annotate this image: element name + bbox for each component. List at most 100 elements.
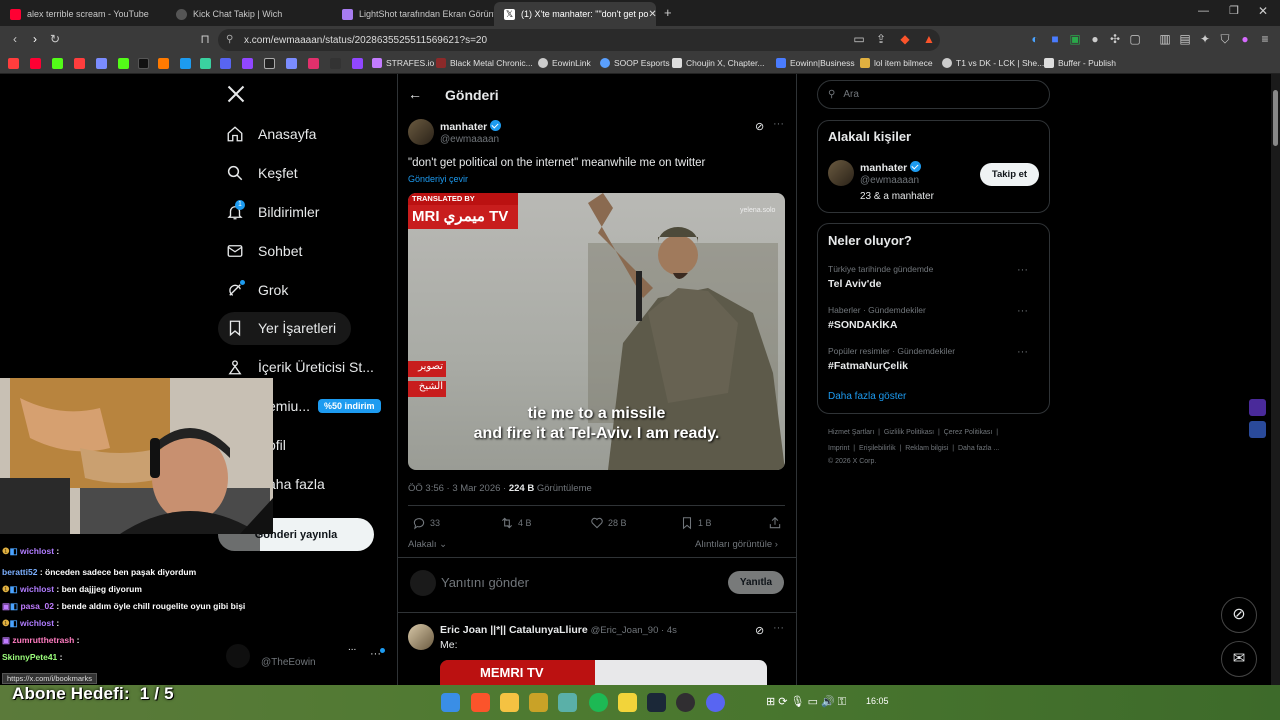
bookmark-black-metal[interactable]: Black Metal Chronic... [436, 58, 533, 68]
extension-side-icon[interactable] [1249, 399, 1266, 416]
translate-side-icon[interactable] [1249, 421, 1266, 438]
tab-kick-chat[interactable]: Kick Chat Takip | Wich [166, 2, 332, 26]
scrollbar[interactable] [1271, 74, 1280, 685]
author-avatar[interactable] [408, 119, 434, 145]
account-more-icon[interactable]: ... [348, 642, 356, 653]
bookmark-icon[interactable] [158, 58, 169, 69]
trend-item[interactable]: Türkiye tarihinde gündemde Tel Aviv'de ·… [828, 264, 1040, 290]
instagram-icon[interactable] [308, 58, 319, 69]
obs-icon[interactable] [676, 693, 695, 712]
profile-icon[interactable]: ● [1238, 32, 1252, 46]
nav-premium[interactable]: emiu... %50 indirim [268, 390, 381, 422]
extension-icon[interactable]: ▣ [1068, 32, 1082, 46]
footer-link[interactable]: Daha fazla ... [958, 445, 999, 452]
x-logo[interactable] [226, 84, 246, 109]
youtube-icon[interactable] [30, 58, 41, 69]
tweet-video[interactable]: TRANSLATED BY MRI ميمري TV yelena.solo ت… [408, 193, 785, 470]
close-window-icon[interactable]: ✕ [1258, 4, 1268, 18]
bookmark-soop[interactable]: SOOP Esports [600, 58, 670, 68]
bookmark-action[interactable]: 1 B [680, 516, 712, 530]
nav-bookmarks[interactable]: Yer İşaretleri [226, 312, 336, 344]
bookmark-icon[interactable] [8, 58, 19, 69]
menu-icon[interactable]: ≡ [1258, 32, 1272, 46]
puzzle-icon[interactable]: ✣ [1108, 32, 1122, 46]
footer-link[interactable]: Imprint [828, 445, 849, 452]
footer-link[interactable]: Çerez Politikası [944, 429, 993, 436]
windows-start-icon[interactable] [441, 693, 460, 712]
scrollbar-thumb[interactable] [1273, 90, 1278, 146]
maximize-icon[interactable]: ❐ [1229, 4, 1239, 17]
share-action[interactable] [768, 516, 786, 530]
search-box[interactable]: ⚲ Ara [817, 80, 1050, 109]
twitch-icon[interactable] [242, 58, 253, 69]
site-info-icon[interactable]: ⚲ [226, 34, 233, 45]
nav-notifications[interactable]: 1 Bildirimler [226, 196, 319, 228]
bookmark-icon[interactable] [118, 58, 129, 69]
bookmark-icon[interactable] [180, 58, 191, 69]
tweet-time[interactable]: ÖÖ 3:56 · 3 Mar 2026 · [408, 483, 506, 494]
address-bar[interactable]: ⚲ x.com/ewmaaaan/status/2028635525511569… [218, 29, 940, 51]
nav-chat[interactable]: Sohbet [226, 235, 302, 267]
brave-icon[interactable] [471, 693, 490, 712]
more-options-icon[interactable]: ··· [1017, 305, 1028, 317]
author-handle[interactable]: @ewmaaaan [440, 134, 499, 145]
vpn-icon[interactable]: ⛉ [1218, 32, 1232, 46]
back-icon[interactable]: ‹ [8, 32, 22, 46]
discord-icon[interactable] [220, 58, 231, 69]
grok-explain-icon[interactable]: ⊘ [755, 624, 764, 637]
translate-link[interactable]: Gönderiyi çevir [408, 174, 468, 184]
related-name[interactable]: manhater [860, 161, 922, 174]
more-options-icon[interactable]: ··· [773, 622, 784, 634]
more-options-icon[interactable]: ··· [773, 118, 784, 130]
back-arrow-icon[interactable]: ← [408, 86, 422, 102]
nav-explore[interactable]: Keşfet [226, 157, 298, 189]
footer-link[interactable]: Erişilebilirlik [859, 445, 896, 452]
account-handle[interactable]: @TheEowin [261, 657, 316, 668]
nav-more[interactable]: aha fazla [268, 468, 325, 500]
folder-icon[interactable] [500, 693, 519, 712]
tab-youtube[interactable]: alex terrible scream - YouTube [0, 2, 166, 26]
reply-action[interactable]: 33 [412, 516, 440, 530]
close-tab-icon[interactable]: ✕ [648, 9, 656, 20]
bookmark-icon[interactable] [200, 58, 211, 69]
tray-icons[interactable]: ⊞ ⟳ 🎙 ▭ 🔊 ⚿ [766, 695, 846, 709]
sort-relevance[interactable]: Alakalı ⌄ [408, 539, 447, 550]
related-avatar[interactable] [828, 160, 854, 186]
bookmark-icon[interactable] [286, 58, 297, 69]
nav-grok[interactable]: Grok [226, 274, 288, 306]
tab-x-post[interactable]: 𝕏 (1) X'te manhater: ""don't get po ✕ [494, 2, 656, 26]
extension-icon[interactable]: ● [1088, 32, 1102, 46]
x-logo-icon[interactable] [264, 58, 275, 69]
view-quotes-link[interactable]: Alıntıları görüntüle › [695, 539, 778, 550]
bookmark-lol[interactable]: lol item bilmece [860, 58, 933, 68]
reload-icon[interactable]: ↻ [48, 32, 62, 46]
bookmark-choujin[interactable]: Choujin X, Chapter... [672, 58, 764, 68]
repost-action[interactable]: 4 B [500, 516, 532, 530]
more-options-icon[interactable]: ··· [1017, 264, 1028, 276]
camera-icon[interactable]: ▢ [1128, 32, 1142, 46]
bookmark-icon[interactable] [330, 58, 341, 69]
spotify-icon[interactable] [589, 693, 608, 712]
reply-input[interactable]: Yanıtını gönder [441, 575, 529, 590]
trend-item[interactable]: Haberler · Gündemdekiler #SONDAKİKA ··· [828, 305, 1040, 331]
nav-home[interactable]: Anasayfa [226, 118, 316, 150]
wallet-icon[interactable]: ▤ [1178, 32, 1192, 46]
footer-link[interactable]: Gizlilik Politikası [884, 429, 934, 436]
notes-icon[interactable] [618, 693, 637, 712]
more-options-icon[interactable]: ··· [1017, 346, 1028, 358]
app-icon[interactable] [558, 693, 577, 712]
app-icon[interactable] [529, 693, 548, 712]
cast-icon[interactable]: ▭ [852, 32, 866, 46]
reply-button[interactable]: Yanıtla [728, 571, 784, 594]
bookmark-icon[interactable] [96, 58, 107, 69]
grok-explain-icon[interactable]: ⊘ [755, 120, 764, 133]
discord-icon[interactable] [706, 693, 725, 712]
bookmark-icon[interactable] [74, 58, 85, 69]
bookmark-strafes[interactable]: STRAFES.io [372, 58, 434, 68]
tiktok-icon[interactable] [138, 58, 149, 69]
new-tab-button[interactable]: + [664, 5, 672, 20]
clock[interactable]: 16:05 [866, 696, 889, 706]
bookmark-buffer[interactable]: Buffer - Publish [1044, 58, 1116, 68]
related-handle[interactable]: @ewmaaaan [860, 175, 919, 186]
like-action[interactable]: 28 B [590, 516, 627, 530]
